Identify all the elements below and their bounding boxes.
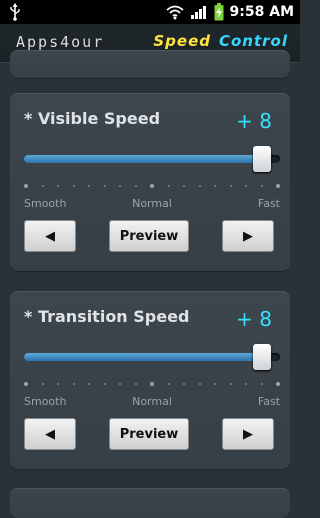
transition-speed-panel: * Transition Speed + 8 Smooth Normal Fas…: [10, 291, 290, 469]
scale-label-smooth: Smooth: [24, 395, 67, 408]
visible-speed-increase-button[interactable]: ▶: [222, 220, 274, 252]
scale-label-fast: Fast: [257, 395, 280, 408]
visible-speed-decrease-button[interactable]: ◀: [24, 220, 76, 252]
status-bar: 9:58 AM: [0, 0, 300, 24]
app-title-speed: Speed: [153, 32, 211, 50]
scale-label-normal: Normal: [132, 197, 172, 210]
visible-speed-title: * Visible Speed: [24, 109, 161, 128]
slider-ticks: [24, 183, 280, 189]
app-title-control: Control: [218, 32, 288, 50]
slider-thumb[interactable]: [253, 344, 272, 370]
wifi-icon: [165, 5, 184, 20]
slider-ticks: [24, 381, 280, 387]
transition-speed-preview-button[interactable]: Preview: [109, 418, 189, 450]
transition-speed-value: + 8: [236, 307, 272, 331]
battery-charging-icon: [214, 3, 224, 21]
panel-top-partial: [10, 50, 290, 78]
visible-speed-panel: * Visible Speed + 8 Smooth Normal Fast ◀…: [10, 93, 290, 271]
signal-icon: [190, 6, 206, 19]
clock: 9:58 AM: [229, 4, 294, 20]
transition-speed-slider[interactable]: [24, 344, 280, 370]
slider-fill: [24, 155, 263, 163]
app-logo: Apps4our: [16, 33, 105, 51]
visible-speed-value: + 8: [236, 109, 272, 133]
transition-speed-increase-button[interactable]: ▶: [222, 418, 274, 450]
transition-speed-decrease-button[interactable]: ◀: [24, 418, 76, 450]
usb-icon: [10, 3, 20, 21]
transition-speed-title: * Transition Speed: [24, 307, 190, 326]
visible-speed-preview-button[interactable]: Preview: [109, 220, 189, 252]
slider-fill: [24, 353, 263, 361]
app-title: Speed Control: [153, 32, 288, 50]
scale-label-normal: Normal: [132, 395, 172, 408]
scale-label-fast: Fast: [257, 197, 280, 210]
visible-speed-slider[interactable]: [24, 146, 280, 172]
slider-thumb[interactable]: [253, 146, 272, 172]
panel-bottom-partial: [10, 488, 290, 518]
scale-label-smooth: Smooth: [24, 197, 67, 210]
